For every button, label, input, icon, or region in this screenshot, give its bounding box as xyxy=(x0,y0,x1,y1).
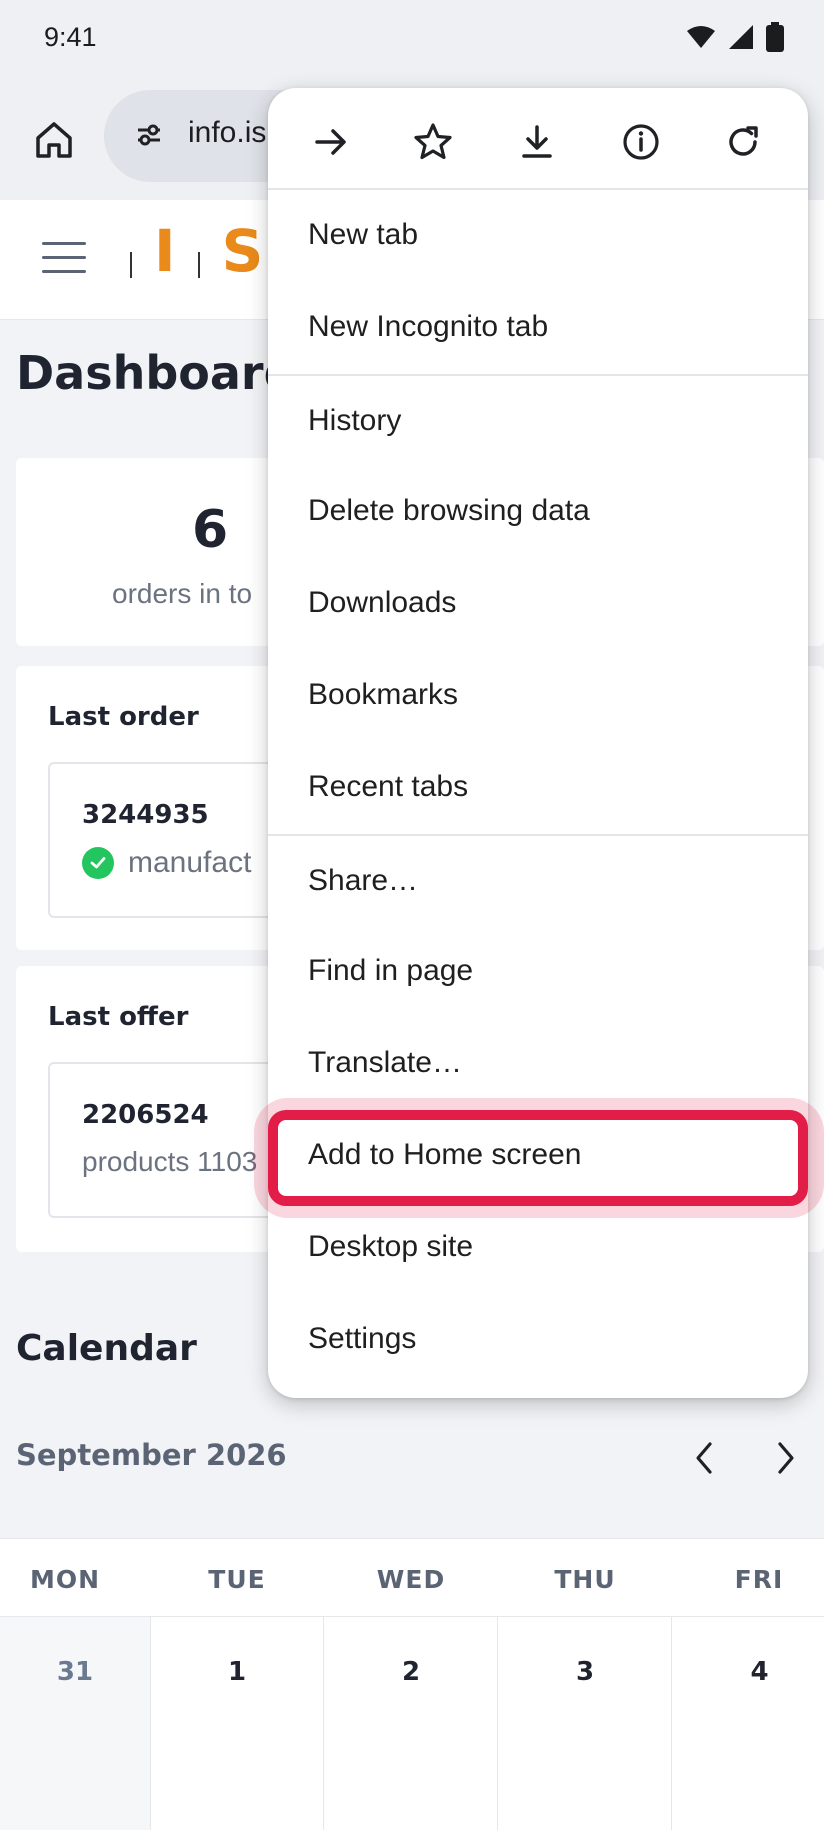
calendar-date: 2 xyxy=(401,1657,421,1687)
signal-icon xyxy=(729,25,753,49)
calendar-date: 4 xyxy=(750,1657,769,1687)
day-name-fri: FRI xyxy=(734,1565,784,1594)
calendar-day[interactable]: 4 xyxy=(673,1617,824,1830)
status-icons xyxy=(686,22,784,52)
menu-item-add-to-home-screen[interactable]: Add to Home screen xyxy=(308,1138,581,1172)
bookmark-star-icon[interactable] xyxy=(407,116,459,168)
menu-item-settings[interactable]: Settings xyxy=(308,1322,416,1356)
calendar-date: 3 xyxy=(575,1657,595,1687)
day-name-tue: TUE xyxy=(208,1565,266,1594)
chevron-left-icon[interactable] xyxy=(690,1440,720,1476)
wifi-icon xyxy=(687,26,715,48)
offer-detail: products 1103 xyxy=(82,1146,258,1177)
menu-icon-row xyxy=(268,88,808,188)
battery-icon xyxy=(766,22,784,52)
stat-label: orders in to xyxy=(112,578,253,609)
last-offer-label: Last offer xyxy=(48,1002,189,1032)
calendar-day[interactable]: 3 xyxy=(499,1617,672,1830)
status-time: 9:41 xyxy=(44,22,97,52)
calendar-day[interactable]: 1 xyxy=(151,1617,324,1830)
day-name-wed: WED xyxy=(376,1565,446,1594)
calendar-date: 31 xyxy=(56,1657,94,1687)
order-status: manufact xyxy=(82,846,251,880)
logo-letter-s: S xyxy=(221,217,264,285)
day-name-mon: MON xyxy=(29,1565,101,1594)
menu-item-share[interactable]: Share… xyxy=(308,864,418,898)
refresh-icon[interactable] xyxy=(717,116,769,168)
home-button[interactable] xyxy=(26,112,82,168)
status-bar: 9:41 xyxy=(0,0,824,72)
order-id: 3244935 xyxy=(82,800,209,830)
calendar-grid: MON TUE WED THU FRI 31 1 2 3 4 xyxy=(0,1538,824,1830)
menu-item-bookmarks[interactable]: Bookmarks xyxy=(308,678,458,712)
chevron-right-icon[interactable] xyxy=(770,1440,800,1476)
menu-item-delete-browsing-data[interactable]: Delete browsing data xyxy=(308,494,590,528)
menu-item-desktop-site[interactable]: Desktop site xyxy=(308,1230,473,1264)
calendar-header-row: MON TUE WED THU FRI xyxy=(0,1539,824,1617)
last-order-label: Last order xyxy=(48,702,199,732)
calendar-day[interactable]: 2 xyxy=(325,1617,498,1830)
offer-id: 2206524 xyxy=(82,1100,209,1130)
menu-item-downloads[interactable]: Downloads xyxy=(308,586,456,620)
calendar-title: Calendar xyxy=(16,1328,197,1369)
logo-divider xyxy=(130,252,132,278)
calendar-month: September 2026 xyxy=(16,1438,287,1472)
logo-letter-i: I xyxy=(154,217,176,285)
home-icon xyxy=(36,122,72,158)
url-text[interactable]: info.is xyxy=(188,116,266,150)
menu-item-translate[interactable]: Translate… xyxy=(308,1046,462,1080)
logo-divider xyxy=(197,252,200,278)
menu-item-history[interactable]: History xyxy=(308,404,401,438)
forward-icon[interactable] xyxy=(305,116,357,168)
check-circle-icon xyxy=(82,847,114,879)
menu-divider xyxy=(268,188,808,190)
download-icon[interactable] xyxy=(511,116,563,168)
menu-item-new-incognito-tab[interactable]: New Incognito tab xyxy=(308,310,548,344)
menu-item-new-tab[interactable]: New tab xyxy=(308,218,418,252)
logo[interactable]: I S xyxy=(130,222,263,280)
page-title: Dashboard xyxy=(16,346,297,400)
menu-item-find-in-page[interactable]: Find in page xyxy=(308,954,473,988)
menu-item-recent-tabs[interactable]: Recent tabs xyxy=(308,770,468,804)
hamburger-menu-icon[interactable] xyxy=(42,242,86,278)
stat-value: 6 xyxy=(192,500,229,560)
day-name-thu: THU xyxy=(554,1565,616,1594)
order-status-text: manufact xyxy=(128,846,252,879)
browser-overflow-menu: New tab New Incognito tab History Delete… xyxy=(254,88,824,1398)
menu-divider xyxy=(268,834,808,836)
info-icon[interactable] xyxy=(615,116,667,168)
calendar-day[interactable]: 31 xyxy=(0,1617,151,1830)
site-settings-icon[interactable] xyxy=(134,120,164,150)
menu-divider xyxy=(268,374,808,376)
calendar-date: 1 xyxy=(227,1657,247,1687)
